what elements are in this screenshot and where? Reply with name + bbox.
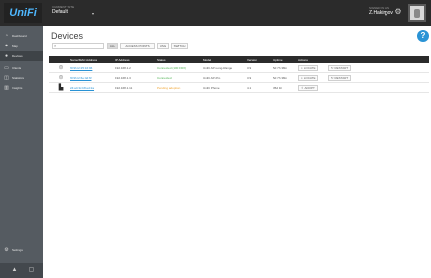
device-version: 3.9: [247, 76, 252, 80]
locate-icon: ⌖: [301, 66, 303, 70]
device-status: Connected: [157, 76, 172, 80]
help-icon[interactable]: ?: [417, 30, 429, 42]
adopt-button[interactable]: ⇧ ADOPT: [298, 85, 318, 91]
admin-menu[interactable]: SIGNED IN AS Z.Hakimov: [369, 6, 393, 17]
table-row[interactable]: ⊜ f0:9f:c2:6e:4d:6f 192.168.1.3 Connecte…: [49, 73, 429, 83]
phone-icon: ▙: [58, 85, 64, 91]
devices-icon: ●: [4, 52, 9, 59]
page-title: Devices: [51, 31, 84, 41]
restart-icon: ↻: [331, 66, 334, 70]
device-version: 3.9: [247, 66, 252, 70]
admin-name: Z.Hakimov: [369, 10, 393, 16]
main-content: Devices ? ⌕ ALL ACCESS POINTS USG SWITCH…: [43, 26, 431, 278]
table-row[interactable]: ⊜ f0:9f:c2:25:16:96 192.168.1.2 Connecte…: [49, 63, 429, 73]
adopt-label: ADOPT: [304, 86, 315, 90]
column-header[interactable]: Status: [157, 58, 166, 62]
locate-button[interactable]: ⌖ LOCATE: [298, 65, 319, 71]
table-header: Name/MAC Address IP Address Status Model…: [49, 56, 429, 63]
sidebar-item-label: Map: [12, 44, 18, 48]
column-header[interactable]: Model: [203, 58, 211, 62]
restart-button[interactable]: ↻ RESTART: [328, 65, 352, 71]
sidebar-item-label: Statistics: [12, 76, 25, 80]
site-name: Default: [52, 9, 68, 15]
chevron-down-icon[interactable]: ▾: [92, 12, 94, 16]
device-status: Pending adoption: [157, 86, 181, 90]
filter-access-points-button[interactable]: ACCESS POINTS: [120, 43, 155, 49]
search-input[interactable]: [59, 44, 103, 48]
column-header[interactable]: Name/MAC Address: [70, 58, 97, 62]
access-point-icon: ⊜: [58, 65, 64, 71]
chat-icon[interactable]: ▢: [28, 267, 35, 274]
filter-usg-button[interactable]: USG: [157, 43, 169, 49]
column-header[interactable]: Actions: [298, 58, 308, 62]
column-header[interactable]: Uptime: [273, 58, 283, 62]
device-model: UniFi Phone: [203, 86, 220, 90]
sidebar-item-label: Devices: [12, 54, 23, 58]
sidebar-footer: ▲ ▢: [0, 263, 43, 278]
locate-label: LOCATE: [303, 76, 316, 80]
column-header[interactable]: IP Address: [115, 58, 129, 62]
upgrade-icon: ⇧: [301, 86, 304, 90]
unifi-logo[interactable]: UniFi: [4, 3, 42, 23]
dashboard-icon: ◔: [4, 32, 9, 39]
sidebar-item-clients[interactable]: ▭ Clients: [0, 63, 43, 73]
device-ip: 192.168.1.3: [115, 76, 131, 80]
device-name-link[interactable]: f0:9f:c2:6e:4d:6f: [70, 76, 92, 80]
table-row[interactable]: ▙ 24:a4:3c:b8:ed:2a 192.168.1.11 Pending…: [49, 83, 429, 93]
access-point-icon: ⊜: [58, 75, 64, 81]
sidebar-item-settings[interactable]: ⚙ Settings: [0, 245, 43, 255]
device-uptime: 5d 7h 38m: [273, 76, 288, 80]
locate-icon: ⌖: [301, 76, 303, 80]
search-box: ⌕: [52, 43, 104, 49]
column-header[interactable]: Version: [247, 58, 257, 62]
statistics-icon: ◫: [4, 74, 9, 81]
device-version: 4.1: [247, 86, 252, 90]
restart-label: RESTART: [334, 66, 349, 70]
sidebar-item-statistics[interactable]: ◫ Statistics: [0, 73, 43, 83]
alert-icon[interactable]: ▲: [11, 267, 18, 274]
site-selector[interactable]: CURRENT SITE Default: [52, 5, 74, 16]
sidebar-item-label: Dashboard: [12, 34, 27, 38]
restart-icon: ↻: [331, 76, 334, 80]
locate-label: LOCATE: [303, 66, 316, 70]
device-name-link[interactable]: f0:9f:c2:25:16:96: [70, 66, 92, 70]
sidebar-item-label: Clients: [12, 66, 22, 70]
clients-icon: ▭: [4, 64, 9, 71]
sidebar-item-label: Insights: [12, 86, 23, 90]
device-uptime: 5d 7h 38m: [273, 66, 288, 70]
device-name-link[interactable]: 24:a4:3c:b8:ed:2a: [70, 86, 94, 90]
top-bar: UniFi CURRENT SITE Default ▾ SIGNED IN A…: [0, 0, 431, 26]
gear-icon: ⚙: [4, 246, 9, 253]
chevron-down-icon[interactable]: ▾: [385, 13, 387, 17]
filter-all-button[interactable]: ALL: [107, 43, 118, 49]
sidebar-item-insights[interactable]: ▥ Insights: [0, 83, 43, 93]
avatar[interactable]: [408, 4, 426, 22]
device-model: UniFi AP-Pro: [203, 76, 221, 80]
device-model: UniFi AP-Long-Range: [203, 66, 233, 70]
sidebar-item-dashboard[interactable]: ◔ Dashboard: [0, 31, 43, 41]
sidebar: ◔ Dashboard ⌖ Map ● Devices ▭ Clients ◫ …: [0, 26, 43, 278]
restart-button[interactable]: ↻ RESTART: [328, 75, 352, 81]
sidebar-item-map[interactable]: ⌖ Map: [0, 41, 43, 51]
device-ip: 192.168.1.2: [115, 66, 131, 70]
insights-icon: ▥: [4, 84, 9, 91]
locate-button[interactable]: ⌖ LOCATE: [298, 75, 319, 81]
map-icon: ⌖: [5, 42, 8, 49]
filter-switch-button[interactable]: SWITCH: [171, 43, 188, 49]
gear-icon[interactable]: ⚙: [394, 8, 402, 16]
device-uptime: 35d 1h: [273, 86, 283, 90]
restart-label: RESTART: [334, 76, 349, 80]
device-ip: 192.168.1.11: [115, 86, 133, 90]
sidebar-item-label: Settings: [12, 248, 23, 252]
search-icon: ⌕: [54, 43, 57, 48]
device-status: Connected (100 FDX): [157, 66, 187, 70]
sidebar-item-devices[interactable]: ● Devices: [0, 51, 43, 61]
